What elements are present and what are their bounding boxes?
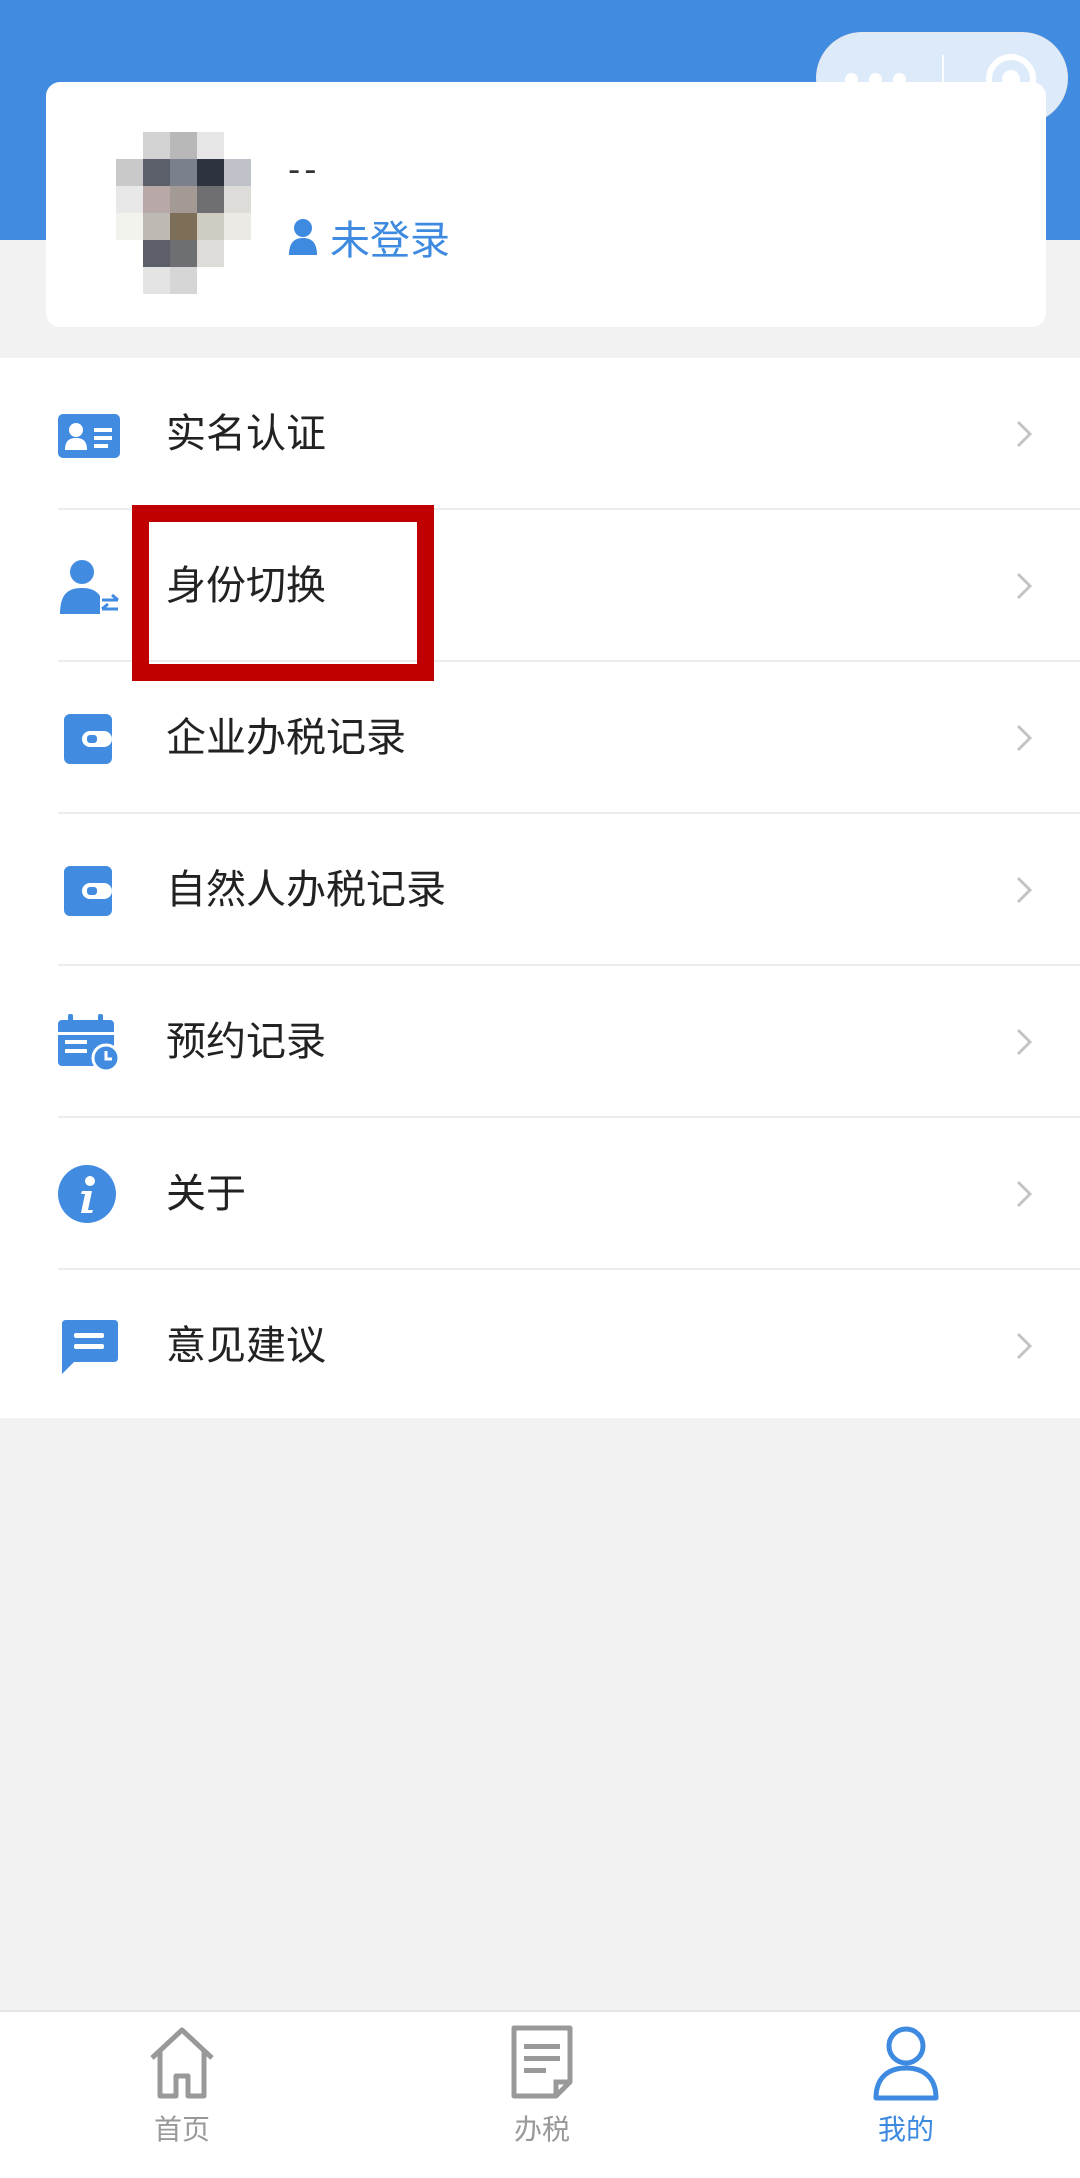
chevron-right-icon (1016, 572, 1033, 600)
avatar-pixel (143, 240, 170, 267)
bottom-tab-bar: 首页 办税 我的 (0, 2010, 1080, 2178)
avatar-pixel (197, 186, 224, 213)
avatar-pixel (170, 132, 197, 159)
menu-item-label: 身份切换 (166, 563, 326, 609)
wallet-icon (64, 714, 112, 764)
chevron-right-icon (1016, 876, 1033, 904)
tab-home[interactable]: 首页 (82, 2012, 282, 2178)
tab-label: 首页 (153, 2113, 210, 2146)
menu-item-appointment-records[interactable]: 预约记录 (0, 966, 1080, 1118)
avatar-pixel (170, 186, 197, 213)
id-card-icon (58, 414, 120, 458)
user-icon (289, 219, 317, 255)
avatar-pixel (170, 213, 197, 240)
menu-item-label: 实名认证 (166, 411, 326, 457)
avatar-pixel (143, 159, 170, 186)
avatar-pixel (224, 159, 251, 186)
menu-item-label: 意见建议 (166, 1323, 326, 1369)
avatar-pixel (170, 159, 197, 186)
profile-card: -- 未登录 (46, 82, 1046, 327)
menu-item-enterprise-tax-records[interactable]: 企业办税记录 (0, 662, 1080, 814)
avatar-pixel (143, 267, 170, 294)
avatar-pixel (197, 240, 224, 267)
chevron-right-icon (1016, 1180, 1033, 1208)
tab-label: 办税 (513, 2113, 570, 2146)
document-icon (511, 2025, 573, 2099)
avatar-pixel (224, 213, 251, 240)
tab-label: 我的 (877, 2113, 934, 2146)
login-status-label: 未登录 (330, 218, 450, 264)
avatar-pixel (197, 213, 224, 240)
avatar-pixel (143, 186, 170, 213)
menu-list: 实名认证 身份切换 企业办税记录 自然人办税记录 预约记录 关于 意见建议 (0, 358, 1080, 1418)
menu-item-label: 预约记录 (166, 1019, 326, 1065)
avatar-pixel (197, 132, 224, 159)
chevron-right-icon (1016, 724, 1033, 752)
menu-item-individual-tax-records[interactable]: 自然人办税记录 (0, 814, 1080, 966)
avatar-pixel (116, 186, 143, 213)
calendar-clock-icon (58, 1014, 121, 1072)
avatar-pixel (170, 240, 197, 267)
menu-item-real-name-auth[interactable]: 实名认证 (0, 358, 1080, 510)
avatar-pixel (143, 213, 170, 240)
message-icon (62, 1320, 118, 1374)
tab-mine[interactable]: 我的 (806, 2012, 1006, 2178)
avatar-pixel (143, 132, 170, 159)
chevron-right-icon (1016, 1332, 1033, 1360)
avatar-pixel (116, 159, 143, 186)
home-icon (150, 2027, 214, 2099)
avatar-pixel (116, 213, 143, 240)
menu-item-about[interactable]: 关于 (0, 1118, 1080, 1270)
tab-tax[interactable]: 办税 (442, 2012, 642, 2178)
avatar-pixel (197, 159, 224, 186)
avatar[interactable] (106, 132, 261, 294)
menu-item-label: 企业办税记录 (166, 715, 406, 761)
chevron-right-icon (1016, 420, 1033, 448)
menu-item-label: 自然人办税记录 (166, 867, 446, 913)
login-status[interactable]: 未登录 (288, 212, 450, 264)
menu-item-feedback[interactable]: 意见建议 (0, 1270, 1080, 1422)
info-icon (58, 1165, 116, 1223)
wallet-icon (64, 866, 112, 916)
chevron-right-icon (1016, 1028, 1033, 1056)
menu-item-label: 关于 (166, 1171, 246, 1217)
avatar-pixel (170, 267, 197, 294)
menu-item-identity-switch[interactable]: 身份切换 (0, 510, 1080, 662)
avatar-pixel (224, 186, 251, 213)
person-icon (873, 2026, 939, 2101)
user-switch-icon (60, 560, 119, 614)
username: -- (288, 150, 321, 190)
